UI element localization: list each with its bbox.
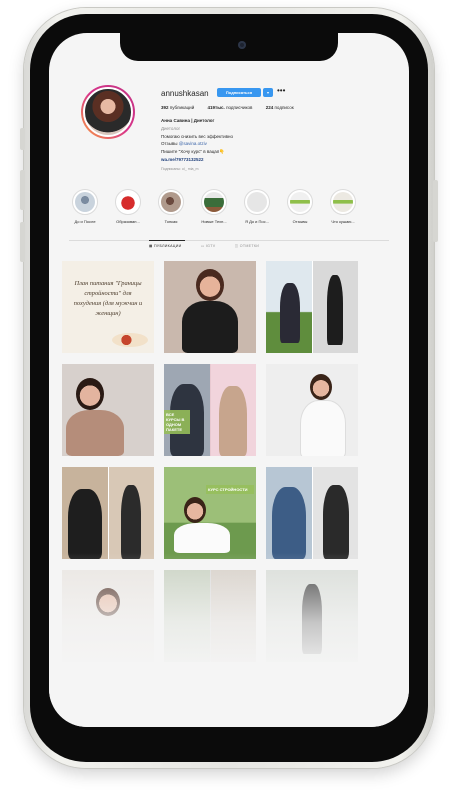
highlight-item[interactable]: Что кушаю... — [325, 189, 361, 224]
bio-line1: Помогаю снизить вес эффективно — [161, 133, 234, 139]
bio-line3: Пишите "Хочу курс" в вацап👇 — [161, 149, 225, 155]
post-tile[interactable]: План питания "Границы стройности" для по… — [62, 261, 154, 353]
highlight-cover — [158, 189, 184, 215]
profile-bio: Анна Савина | Диетолог Диетолог Помогаю … — [161, 117, 341, 174]
avatar[interactable] — [81, 85, 135, 139]
highlight-item[interactable]: Я До и Пос... — [239, 189, 275, 224]
phone-screen: annushkasan Подписаться ▾ ••• 392 публик… — [49, 33, 409, 727]
tab-igtv[interactable]: ▭ IGTV — [201, 244, 216, 248]
camera-icon — [238, 41, 246, 49]
posts-count: 392 — [161, 105, 169, 110]
phone-side-button — [20, 128, 25, 150]
post-tile[interactable] — [266, 364, 358, 456]
followers-count: 419тыс. — [207, 105, 225, 110]
story-highlights: До и После Образован... Тонкая Новые Тех… — [67, 189, 397, 229]
highlight-cover — [330, 189, 356, 215]
followers-label: подписчиков — [226, 105, 253, 110]
more-options-icon[interactable]: ••• — [277, 86, 285, 95]
bio-line2: Отзывы @savina.otziv — [161, 140, 341, 148]
person-body — [174, 523, 230, 553]
highlight-item[interactable]: До и После — [67, 189, 103, 224]
tab-igtv-label: IGTV — [205, 244, 216, 248]
before-photo — [266, 467, 312, 559]
highlight-label: До и После — [74, 219, 96, 224]
bio-line2-prefix: Отзывы — [161, 141, 178, 147]
followers-stat[interactable]: 419тыс. подписчиков — [207, 105, 252, 110]
highlight-item[interactable]: Тонкая — [153, 189, 189, 224]
bio-website-link[interactable]: wa.me/79773132522 — [161, 156, 341, 164]
person-head — [196, 269, 224, 301]
profile-tabs: ▦ ПУБЛИКАЦИИ ▭ IGTV ◫ ОТМЕТКИ — [149, 244, 277, 248]
bio-name: Анна Савина | Диетолог — [161, 118, 215, 123]
tab-posts-label: ПУБЛИКАЦИИ — [154, 244, 182, 248]
highlight-cover — [201, 189, 227, 215]
before-photo — [266, 261, 312, 353]
posts-label: публикаций — [169, 105, 195, 110]
subscribe-button[interactable]: Подписаться — [217, 88, 261, 97]
promo-tag-title: ВСЕ КУРСЫ В ОДНОМ ПАКЕТЕ — [166, 412, 185, 432]
promo-tag: КУРС СТРОЙНОСТИ — [206, 485, 254, 494]
tabs-divider — [69, 240, 389, 241]
post-caption-text: План питания "Границы стройности" для по… — [73, 280, 143, 317]
promo-tag: ВСЕ КУРСЫ В ОДНОМ ПАКЕТЕ — [164, 410, 190, 434]
person-body — [182, 301, 238, 353]
post-tile[interactable] — [164, 261, 256, 353]
after-photo — [313, 261, 358, 353]
highlight-item[interactable]: Новые Техн... — [196, 189, 232, 224]
profile-stats: 392 публикаций 419тыс. подписчиков 224 п… — [161, 105, 306, 110]
following-count: 224 — [265, 105, 274, 110]
after-photo — [313, 467, 358, 559]
highlight-label: Образован... — [116, 219, 140, 224]
food-plate — [112, 333, 148, 347]
highlight-cover — [115, 189, 141, 215]
person-head — [310, 374, 332, 400]
highlight-label: Что кушаю... — [331, 219, 355, 224]
phone-power-button — [433, 180, 438, 242]
bottom-fade-overlay — [49, 553, 409, 727]
person-head — [76, 378, 104, 410]
phone-volume-down — [20, 222, 25, 262]
person-head — [184, 497, 206, 523]
notch — [120, 33, 338, 61]
highlight-label: Новые Техн... — [201, 219, 227, 224]
posts-stat[interactable]: 392 публикаций — [161, 105, 194, 110]
highlight-cover — [287, 189, 313, 215]
highlight-label: Тонкая — [164, 219, 178, 224]
post-tile[interactable]: ВСЕ КУРСЫ В ОДНОМ ПАКЕТЕ — [164, 364, 256, 456]
post-tile[interactable]: КУРС СТРОЙНОСТИ — [164, 467, 256, 559]
post-tile[interactable] — [62, 364, 154, 456]
tab-active-indicator — [149, 240, 185, 241]
person-body — [300, 400, 346, 456]
tagged-icon: ◫ — [234, 244, 239, 248]
chevron-down-icon[interactable]: ▾ — [263, 88, 273, 97]
highlight-cover — [244, 189, 270, 215]
phone-volume-up — [20, 170, 25, 210]
bio-category: Диетолог — [161, 125, 181, 131]
grid-icon: ▦ — [149, 244, 153, 248]
before-photo — [62, 467, 108, 559]
highlight-item[interactable]: Образован... — [110, 189, 146, 224]
promo-tag-title: КУРС СТРОЙНОСТИ — [208, 487, 248, 492]
tab-tagged[interactable]: ◫ ОТМЕТКИ — [235, 244, 259, 248]
after-photo — [109, 467, 154, 559]
bio-mention-link[interactable]: @savina.otziv — [179, 141, 207, 146]
post-tile[interactable] — [266, 467, 358, 559]
highlight-cover — [72, 189, 98, 215]
following-label: подписок — [274, 105, 294, 110]
person-body — [66, 410, 124, 456]
username: annushkasan — [161, 89, 209, 98]
after-photo — [211, 364, 256, 456]
post-tile[interactable] — [62, 467, 154, 559]
tab-tagged-label: ОТМЕТКИ — [239, 244, 260, 248]
avatar-image — [83, 87, 133, 137]
followed-by[interactable]: Подписаны: ol_ mia_m — [161, 166, 341, 174]
following-stat[interactable]: 224 подписок — [266, 105, 294, 110]
tab-posts[interactable]: ▦ ПУБЛИКАЦИИ — [149, 244, 182, 248]
highlight-item[interactable]: Отзывы — [282, 189, 318, 224]
highlight-label: Отзывы — [292, 219, 308, 224]
highlight-label: Я До и Пос... — [245, 219, 269, 224]
post-tile[interactable] — [266, 261, 358, 353]
igtv-icon: ▭ — [200, 244, 205, 248]
